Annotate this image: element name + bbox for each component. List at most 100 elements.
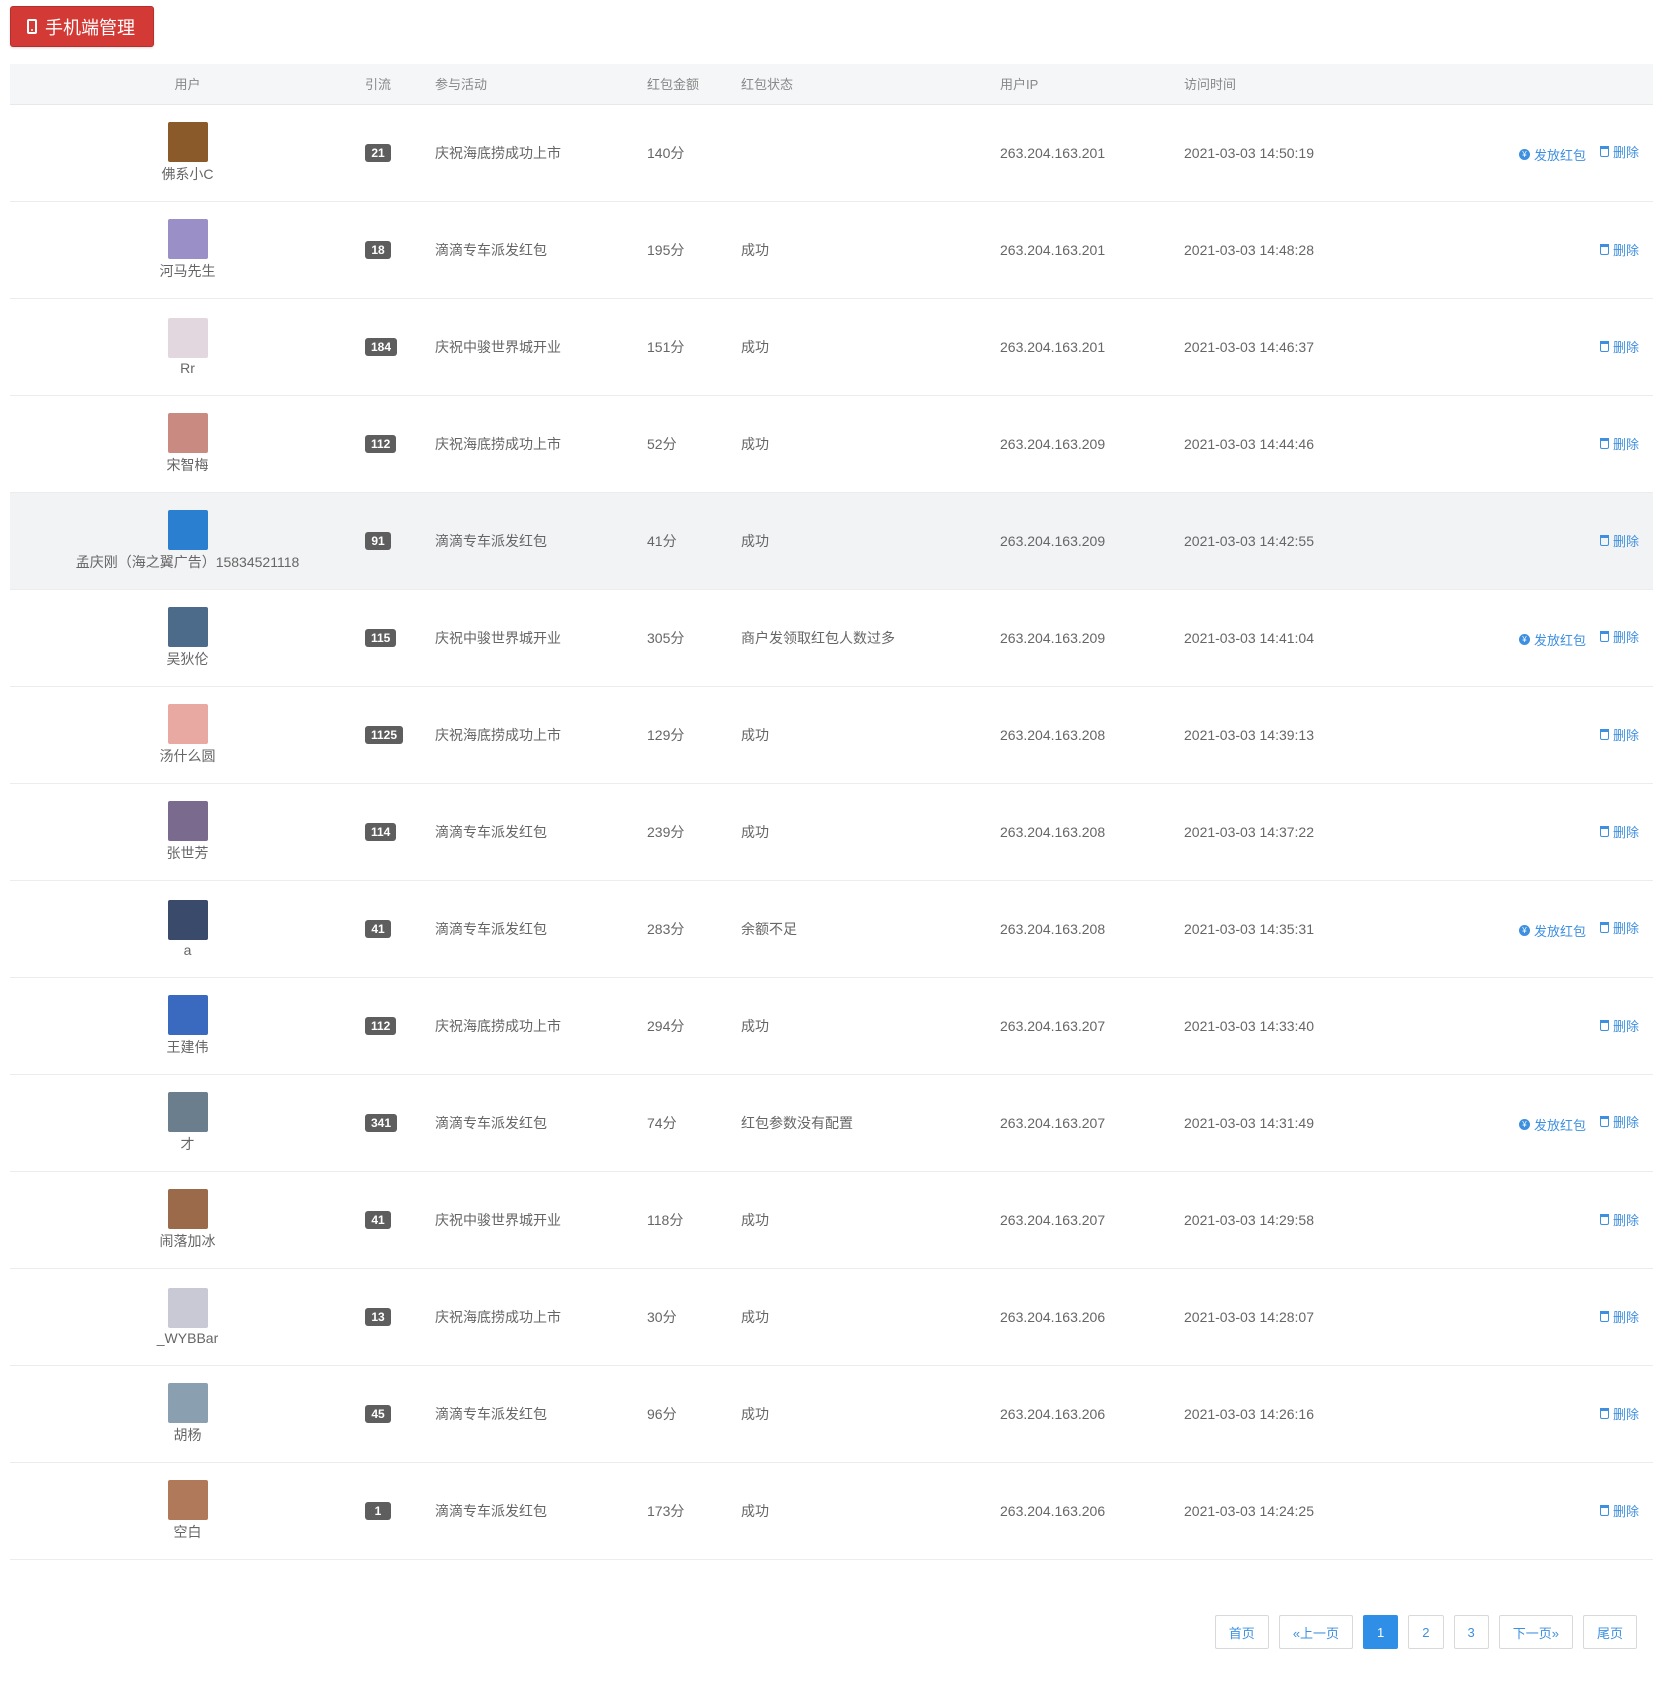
delete-button[interactable]: 删除 xyxy=(1599,725,1639,744)
avatar[interactable] xyxy=(167,1479,208,1520)
status-cell: 余额不足 xyxy=(741,920,797,937)
delete-button[interactable]: 删除 xyxy=(1599,627,1639,646)
send-redpacket-button[interactable]: ¥ 发放红包 xyxy=(1518,1115,1586,1134)
user-cell: 佛系小C xyxy=(10,104,365,201)
table-row: _WYBBar 13 庆祝海底捞成功上市 30分 成功 263.204.163.206 20… xyxy=(10,1268,1653,1365)
referral-cell: 18 xyxy=(365,201,435,298)
avatar[interactable] xyxy=(167,121,208,162)
coin-icon: ¥ xyxy=(1518,1118,1530,1130)
table-header: 用户 引流 参与活动 红包金额 红包状态 用户IP 访问时间 xyxy=(10,64,1653,105)
trash-icon xyxy=(1599,341,1609,352)
user-cell: 空白 xyxy=(10,1462,365,1559)
page-first-button[interactable]: 首页 xyxy=(1214,1615,1269,1649)
delete-label: 删除 xyxy=(1612,728,1639,743)
delete-button[interactable]: 删除 xyxy=(1599,240,1639,259)
delete-button[interactable]: 删除 xyxy=(1599,1016,1639,1035)
delete-button[interactable]: 删除 xyxy=(1599,531,1639,550)
table-row: 吴狄伦 115 庆祝中骏世界城开业 305分 商户发领取红包人数过多 263.204.16… xyxy=(10,589,1653,686)
mobile-management-button[interactable]: 手机端管理 xyxy=(10,6,154,47)
delete-button[interactable]: 删除 xyxy=(1599,434,1639,453)
amount-cell: 52分 xyxy=(647,435,677,452)
delete-button[interactable]: 删除 xyxy=(1599,1404,1639,1423)
delete-label: 删除 xyxy=(1612,340,1639,355)
avatar[interactable] xyxy=(167,800,208,841)
user-cell: 王建伟 xyxy=(10,977,365,1074)
page-1-button[interactable]: 1 xyxy=(1363,1615,1399,1649)
actions-cell: 删除 xyxy=(1504,1171,1653,1268)
page-last-button[interactable]: 尾页 xyxy=(1582,1615,1637,1649)
trash-icon xyxy=(1599,145,1609,157)
trash-icon xyxy=(1599,630,1609,642)
user-name: Rr xyxy=(180,359,195,376)
delete-button[interactable]: 删除 xyxy=(1599,1307,1639,1326)
page-2-button[interactable]: 2 xyxy=(1408,1615,1444,1649)
avatar[interactable] xyxy=(167,412,208,453)
avatar[interactable] xyxy=(167,899,208,940)
page-next-button[interactable]: 下一页» xyxy=(1498,1615,1573,1649)
avatar[interactable] xyxy=(167,1287,208,1328)
avatar[interactable] xyxy=(167,1091,208,1132)
table-row: 孟庆刚（海之翼广告）15834521118 91 滴滴专车派发红包 41分 成功 263.… xyxy=(10,492,1653,589)
ip-cell: 263.204.163.201 xyxy=(1000,144,1106,161)
send-redpacket-button[interactable]: ¥ 发放红包 xyxy=(1518,921,1586,940)
actions-cell: 删除 xyxy=(1504,1268,1653,1365)
send-redpacket-button[interactable]: ¥ 发放红包 xyxy=(1518,630,1586,649)
referral-badge: 18 xyxy=(365,240,391,259)
delete-label: 删除 xyxy=(1612,1114,1639,1130)
page-3-button[interactable]: 3 xyxy=(1453,1615,1489,1649)
referral-badge: 13 xyxy=(365,1307,391,1326)
trash-icon xyxy=(1599,1214,1609,1225)
mobile-management-label: 手机端管理 xyxy=(45,17,135,38)
delete-label: 删除 xyxy=(1612,825,1639,840)
delete-button[interactable]: 删除 xyxy=(1599,822,1639,841)
delete-label: 删除 xyxy=(1612,1407,1639,1422)
page-prev-button[interactable]: «上一页 xyxy=(1278,1615,1354,1649)
referral-badge: 41 xyxy=(365,919,391,938)
amount-cell: 283分 xyxy=(647,920,685,937)
status-cell: 成功 xyxy=(741,338,769,355)
referral-cell: 41 xyxy=(365,1171,435,1268)
delete-button[interactable]: 删除 xyxy=(1599,1210,1639,1229)
table-row: 宋智梅 112 庆祝海底捞成功上市 52分 成功 263.204.163.209 2021-… xyxy=(10,395,1653,492)
send-redpacket-button[interactable]: ¥ 发放红包 xyxy=(1518,145,1586,164)
avatar[interactable] xyxy=(167,1382,208,1423)
actions-cell: 删除 xyxy=(1504,977,1653,1074)
delete-button[interactable]: 删除 xyxy=(1599,337,1639,356)
avatar[interactable] xyxy=(167,317,208,358)
avatar[interactable] xyxy=(167,1188,208,1229)
trash-icon xyxy=(1599,1020,1609,1031)
delete-button[interactable]: 删除 xyxy=(1599,1501,1639,1520)
avatar[interactable] xyxy=(167,509,208,550)
time-cell: 2021-03-03 14:50:19 xyxy=(1184,144,1314,161)
referral-badge: 41 xyxy=(365,1210,391,1229)
amount-cell: 140分 xyxy=(647,144,685,161)
delete-button[interactable]: 删除 xyxy=(1599,1112,1639,1131)
user-name: 吴狄伦 xyxy=(166,650,209,667)
referral-badge: 114 xyxy=(365,822,397,841)
activity-cell: 滴滴专车派发红包 xyxy=(435,920,547,937)
delete-button[interactable]: 删除 xyxy=(1599,142,1639,161)
time-cell: 2021-03-03 14:24:25 xyxy=(1184,1502,1314,1519)
mobile-phone-icon xyxy=(27,19,37,34)
amount-cell: 129分 xyxy=(647,726,685,743)
time-cell: 2021-03-03 14:46:37 xyxy=(1184,338,1314,355)
user-name: 张世芳 xyxy=(166,844,209,861)
avatar[interactable] xyxy=(167,606,208,647)
referral-badge: 184 xyxy=(365,337,398,356)
actions-cell: ¥ 发放红包 删除 xyxy=(1504,1074,1653,1171)
status-cell: 商户发领取红包人数过多 xyxy=(741,629,895,646)
referral-badge: 112 xyxy=(365,1016,397,1035)
time-cell: 2021-03-03 14:42:55 xyxy=(1184,532,1314,549)
trash-icon xyxy=(1599,826,1609,837)
referral-cell: 45 xyxy=(365,1365,435,1462)
referral-cell: 91 xyxy=(365,492,435,589)
status-cell: 成功 xyxy=(741,1308,769,1325)
delete-label: 删除 xyxy=(1612,1019,1639,1034)
status-cell: 成功 xyxy=(741,1405,769,1422)
delete-button[interactable]: 删除 xyxy=(1599,918,1639,937)
send-redpacket-label: 发放红包 xyxy=(1533,147,1586,163)
avatar[interactable] xyxy=(167,218,208,259)
avatar[interactable] xyxy=(167,994,208,1035)
referral-badge: 1 xyxy=(365,1501,391,1520)
avatar[interactable] xyxy=(167,703,208,744)
